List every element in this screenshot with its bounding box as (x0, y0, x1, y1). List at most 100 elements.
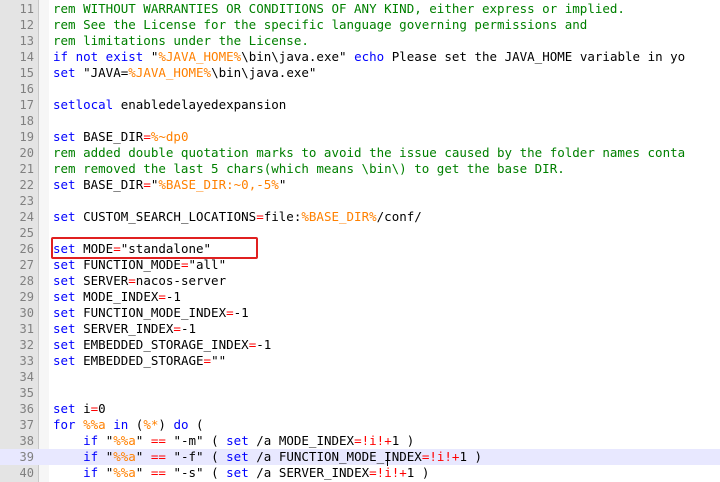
code-line[interactable]: 20 rem added double quotation marks to av… (0, 145, 720, 161)
code-token: = (369, 465, 377, 480)
line-number: 26 (19, 242, 34, 256)
code-text: setlocal enabledelayedexpansion (53, 97, 286, 113)
code-line[interactable]: 33 set EMBEDDED_STORAGE="" (0, 353, 720, 369)
code-line[interactable]: 38 if "%%a" == "-m" ( set /a MODE_INDEX=… (0, 433, 720, 449)
line-number: 19 (19, 130, 34, 144)
code-text: set BASE_DIR=%~dp0 (53, 129, 189, 145)
code-text: if not exist "%JAVA_HOME%\bin\java.exe" … (53, 49, 685, 65)
code-token: rem See the License for the specific lan… (53, 17, 588, 32)
code-token: 1 ) (459, 449, 483, 464)
line-number: 16 (19, 82, 34, 96)
code-line[interactable]: 14 if not exist "%JAVA_HOME%\bin\java.exe… (0, 49, 720, 65)
code-token: -1 (256, 337, 272, 352)
code-line[interactable]: 31 set SERVER_INDEX=-1 (0, 321, 720, 337)
code-token: set (53, 401, 84, 416)
code-token: for (53, 417, 84, 432)
line-number: 31 (19, 322, 34, 336)
line-number: 27 (19, 258, 34, 272)
code-editor[interactable]: 11 rem WITHOUT WARRANTIES OR CONDITIONS O… (0, 0, 720, 482)
code-text: for %%a in (%*) do ( (53, 417, 204, 433)
code-text: set EMBEDDED_STORAGE_INDEX=-1 (53, 337, 271, 353)
code-line[interactable]: 23 (0, 193, 720, 209)
line-number: 18 (19, 114, 34, 128)
code-line[interactable]: 34 (0, 369, 720, 385)
code-line[interactable]: 40 if "%%a" == "-s" ( set /a SERVER_INDE… (0, 465, 720, 481)
code-token: %JAVA_HOME% (128, 65, 212, 80)
code-token: !i! (429, 449, 452, 464)
code-token: BASE_DIR (83, 177, 144, 192)
line-number: 34 (19, 370, 34, 384)
code-line[interactable]: 30 set FUNCTION_MODE_INDEX=-1 (0, 305, 720, 321)
code-token: "-m" ( (165, 433, 227, 448)
code-token: /a MODE_INDEX (248, 433, 355, 448)
code-text: set CUSTOM_SEARCH_LOCATIONS=file:%BASE_D… (53, 209, 422, 225)
code-token: if (83, 449, 106, 464)
code-text: set "JAVA=%JAVA_HOME%\bin\java.exe" (53, 65, 316, 81)
code-token: rem added double quotation marks to avoi… (53, 145, 686, 160)
code-token: = (128, 273, 136, 288)
code-line[interactable]: 17 setlocal enabledelayedexpansion (0, 97, 720, 113)
code-text: rem limitations under the License. (53, 33, 309, 49)
code-token: /a SERVER_INDEX (248, 465, 370, 480)
code-token: = (173, 321, 181, 336)
code-line[interactable]: 12 rem See the License for the specific l… (0, 17, 720, 33)
code-token: -1 (180, 321, 197, 336)
code-token: set (53, 129, 84, 144)
line-number: 30 (19, 306, 34, 320)
line-number: 21 (19, 162, 34, 176)
code-text: if "%%a" == "-s" ( set /a SERVER_INDEX=!… (53, 465, 429, 481)
code-token: set (226, 449, 249, 464)
code-line[interactable]: 18 (0, 113, 720, 129)
code-token: = (226, 305, 234, 320)
code-line[interactable]: 13 rem limitations under the License. (0, 33, 720, 49)
code-text: set i=0 (53, 401, 106, 417)
code-token: -1 (165, 289, 181, 304)
code-line[interactable]: 15 set "JAVA=%JAVA_HOME%\bin\java.exe" (0, 65, 720, 81)
code-token: in (105, 417, 136, 432)
code-line[interactable]: 11 rem WITHOUT WARRANTIES OR CONDITIONS O… (0, 1, 720, 17)
text-caret (387, 452, 388, 466)
code-line[interactable]: 37 for %%a in (%*) do ( (0, 417, 720, 433)
line-number: 13 (19, 34, 34, 48)
code-line[interactable]: 36 set i=0 (0, 401, 720, 417)
code-token: Please set the JAVA_HOME variable in yo (384, 49, 686, 64)
code-token: set (53, 353, 84, 368)
code-token: if (83, 433, 106, 448)
code-line[interactable]: 22 set BASE_DIR="%BASE_DIR:~0,-5%" (0, 177, 720, 193)
code-line[interactable]: 27 set FUNCTION_MODE="all" (0, 257, 720, 273)
code-token: !i! (361, 433, 385, 448)
code-text: set BASE_DIR="%BASE_DIR:~0,-5%" (53, 177, 286, 193)
code-line[interactable]: 28 set SERVER=nacos-server (0, 273, 720, 289)
line-number: 35 (19, 386, 34, 400)
code-line[interactable]: 19 set BASE_DIR=%~dp0 (0, 129, 720, 145)
code-token: %BASE_DIR% (301, 209, 377, 224)
code-text: set SERVER_INDEX=-1 (53, 321, 196, 337)
code-token: set (53, 273, 84, 288)
code-token: echo (354, 49, 385, 64)
code-line[interactable]: 16 (0, 81, 720, 97)
code-token: SERVER_INDEX (83, 321, 174, 336)
code-token: rem WITHOUT WARRANTIES OR CONDITIONS OF … (53, 1, 625, 16)
code-line[interactable]: 32 set EMBEDDED_STORAGE_INDEX=-1 (0, 337, 720, 353)
highlight-box (51, 237, 258, 259)
line-number: 33 (19, 354, 34, 368)
code-token: = (354, 433, 362, 448)
code-line[interactable]: 29 set MODE_INDEX=-1 (0, 289, 720, 305)
code-line[interactable]: 21 rem removed the last 5 chars(which mea… (0, 161, 720, 177)
code-token: set (53, 177, 84, 192)
code-token: set (53, 337, 84, 352)
line-number: 36 (19, 402, 34, 416)
code-token: file: (263, 209, 302, 224)
code-line[interactable]: 35 (0, 385, 720, 401)
code-line[interactable]: 24 set CUSTOM_SEARCH_LOCATIONS=file:%BASE… (0, 209, 720, 225)
line-number: 29 (19, 290, 34, 304)
code-line[interactable]: 39 if "%%a" == "-f" ( set /a FUNCTION_MO… (0, 449, 720, 465)
code-token: + (399, 465, 407, 480)
code-text: set FUNCTION_MODE="all" (53, 257, 226, 273)
line-number: 28 (19, 274, 34, 288)
code-text: rem WITHOUT WARRANTIES OR CONDITIONS OF … (53, 1, 625, 17)
code-token: %BASE_DIR:~0,-5% (158, 177, 279, 192)
code-text: if "%%a" == "-f" ( set /a FUNCTION_MODE_… (53, 449, 482, 465)
